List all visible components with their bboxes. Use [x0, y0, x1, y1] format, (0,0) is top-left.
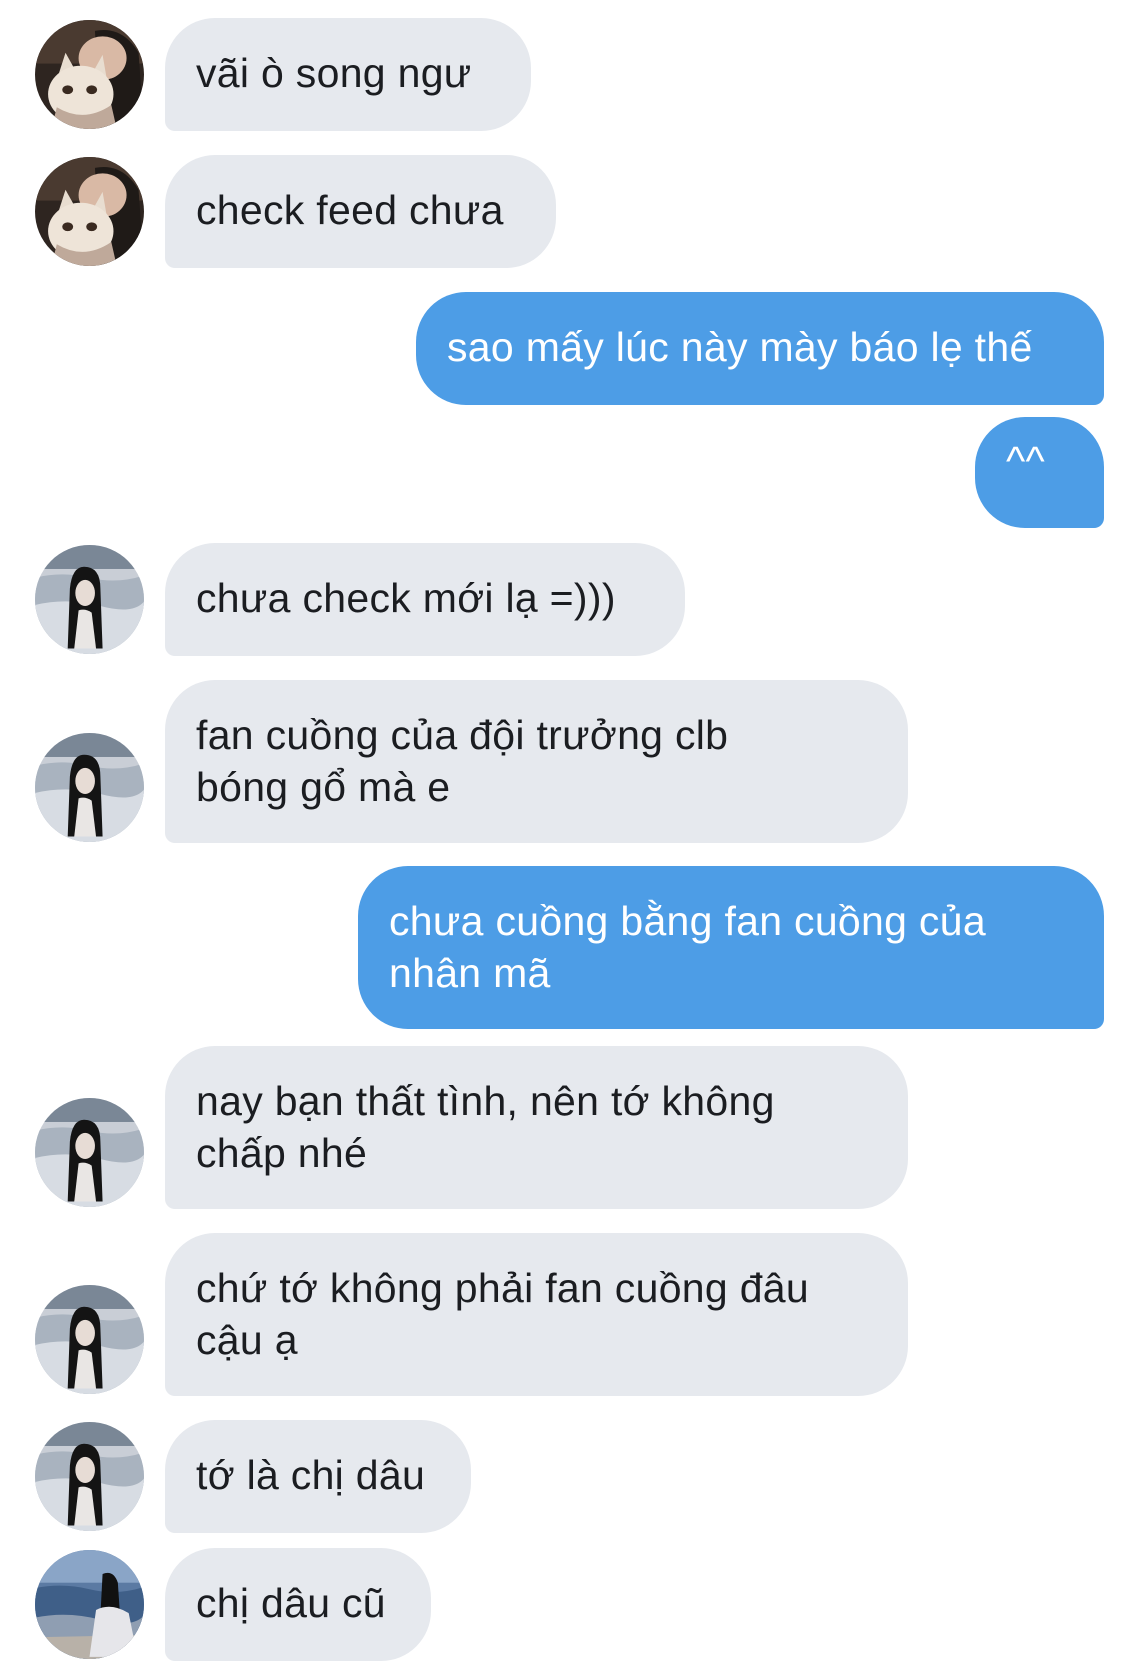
profile-photo-girl-beach-icon [35, 733, 144, 842]
profile-photo-girl-beach-icon [35, 1285, 144, 1394]
avatar-girl-beach[interactable] [35, 733, 144, 842]
message-bubble-incoming[interactable]: check feed chưa [165, 155, 556, 268]
avatar-girl-beach[interactable] [35, 545, 144, 654]
profile-photo-girl-beach-icon [35, 1422, 144, 1531]
avatar-girl-beach[interactable] [35, 1422, 144, 1531]
message-bubble-incoming[interactable]: chứ tớ không phải fan cuồng đâu cậu ạ [165, 1233, 908, 1396]
avatar-girl-beach[interactable] [35, 1098, 144, 1207]
message-bubble-outgoing[interactable]: sao mấy lúc này mày báo lẹ thế [416, 292, 1104, 405]
message-bubble-outgoing[interactable]: chưa cuồng bằng fan cuồng của nhân mã [358, 866, 1104, 1029]
message-bubble-incoming[interactable]: chị dâu cũ [165, 1548, 431, 1661]
profile-photo-girl-sea-icon [35, 1550, 144, 1659]
message-bubble-incoming[interactable]: tớ là chị dâu [165, 1420, 471, 1533]
avatar-girl-beach[interactable] [35, 1285, 144, 1394]
message-bubble-incoming[interactable]: nay bạn thất tình, nên tớ không chấp nhé [165, 1046, 908, 1209]
message-bubble-incoming[interactable]: vãi ò song ngư [165, 18, 531, 131]
message-bubble-incoming[interactable]: fan cuồng của đội trưởng clb bóng gổ mà … [165, 680, 908, 843]
message-bubble-incoming[interactable]: chưa check mới lạ =))) [165, 543, 685, 656]
chat-thread: vãi ò song ngư check feed chưa sao mấy l… [0, 0, 1125, 1661]
message-bubble-outgoing[interactable]: ^^ [975, 417, 1104, 528]
avatar-cat[interactable] [35, 20, 144, 129]
profile-photo-girl-beach-icon [35, 545, 144, 654]
profile-photo-cat-icon [35, 157, 144, 266]
profile-photo-cat-icon [35, 20, 144, 129]
profile-photo-girl-beach-icon [35, 1098, 144, 1207]
avatar-cat[interactable] [35, 157, 144, 266]
avatar-girl-sea[interactable] [35, 1550, 144, 1659]
